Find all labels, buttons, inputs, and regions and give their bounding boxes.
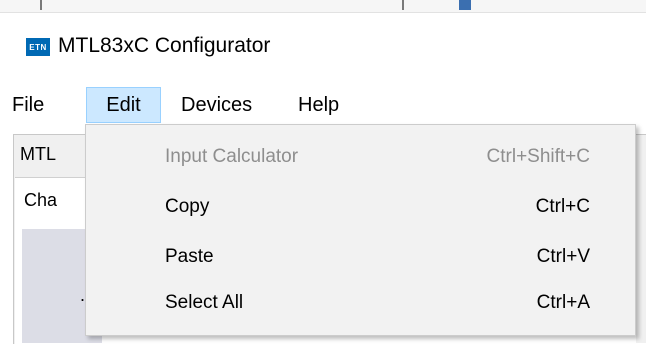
background-blue-mark (459, 0, 471, 10)
menu-file[interactable]: File (12, 87, 44, 123)
menu-item-label: Copy (165, 196, 210, 217)
menu-item-label: Select All (165, 292, 244, 313)
tab-channel[interactable]: Cha (24, 190, 57, 211)
menu-item-shortcut: Ctrl+Shift+C (486, 146, 590, 167)
app-logo-icon: ETN (26, 38, 50, 56)
menu-item-select-all[interactable]: Select All Ctrl+A (86, 281, 635, 325)
menu-item-label: Input Calculator (165, 146, 299, 167)
right-border (636, 177, 646, 343)
background-mark (40, 0, 42, 10)
menu-item-shortcut: Ctrl+V (536, 246, 590, 267)
background-mark (402, 0, 404, 10)
menu-item-shortcut: Ctrl+C (535, 196, 590, 217)
menu-item-paste[interactable]: Paste Ctrl+V (86, 235, 635, 279)
menu-help[interactable]: Help (298, 87, 339, 123)
window-title: MTL83xC Configurator (58, 34, 271, 57)
tab-device[interactable]: MTL (20, 144, 56, 165)
menu-item-shortcut: Ctrl+A (536, 292, 590, 313)
menu-edit[interactable]: Edit (86, 87, 161, 123)
menu-item-input-calculator[interactable]: Input Calculator Ctrl+Shift+C (86, 135, 635, 179)
background-window-strip (0, 0, 646, 13)
menu-item-copy[interactable]: Copy Ctrl+C (86, 185, 635, 229)
menu-item-label: Paste (165, 246, 214, 267)
edit-menu-dropdown: Input Calculator Ctrl+Shift+C Copy Ctrl+… (85, 124, 636, 336)
menu-bar: File Edit Devices Help (0, 87, 646, 123)
menu-devices[interactable]: Devices (181, 87, 252, 123)
